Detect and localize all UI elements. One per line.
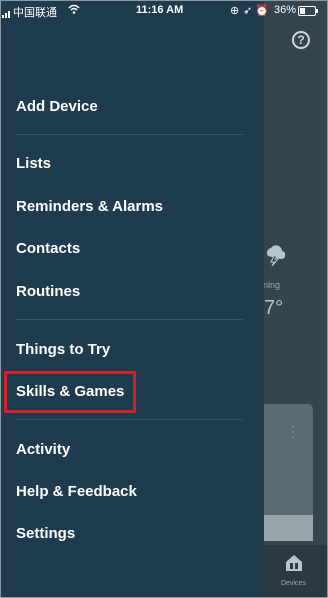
battery-level bbox=[300, 8, 306, 14]
app-screen: ? ning 7° ··· Devices 中国联通 11:16 AM ⊕ bbox=[0, 0, 328, 598]
divider bbox=[16, 319, 243, 320]
status-bar: 中国联通 11:16 AM ⊕ ➶ ⏰ 36% bbox=[1, 1, 318, 21]
menu-item-lists[interactable]: Lists bbox=[16, 155, 51, 172]
alarm-icon: ⏰ bbox=[255, 5, 269, 17]
menu-item-reminders-alarms[interactable]: Reminders & Alarms bbox=[16, 198, 163, 215]
divider bbox=[16, 134, 243, 135]
menu-item-routines[interactable]: Routines bbox=[16, 283, 80, 300]
status-indicators: ⊕ ➶ ⏰ 36% bbox=[230, 3, 327, 17]
navigation-drawer: 中国联通 11:16 AM ⊕ ➶ ⏰ 36% Add Device Lists… bbox=[1, 1, 318, 597]
battery-icon bbox=[298, 6, 318, 16]
weather-condition: ning bbox=[263, 280, 281, 290]
thunderstorm-icon bbox=[266, 245, 285, 266]
nav-devices-label[interactable]: Devices bbox=[281, 580, 306, 587]
battery-percent: 36% bbox=[274, 4, 297, 16]
menu-item-contacts[interactable]: Contacts bbox=[16, 240, 80, 257]
signal-icon bbox=[2, 6, 11, 18]
devices-icon[interactable] bbox=[284, 553, 304, 573]
weather-temperature: 7° bbox=[264, 297, 284, 319]
more-options-icon[interactable]: · · · bbox=[291, 420, 295, 442]
menu-item-add-device[interactable]: Add Device bbox=[16, 98, 98, 115]
carrier-name: 中国联通 bbox=[13, 7, 57, 19]
menu-item-things-to-try[interactable]: Things to Try bbox=[16, 341, 110, 358]
help-icon[interactable]: ? bbox=[292, 31, 310, 49]
selection-highlight-box bbox=[4, 371, 136, 413]
location-icon: ➶ bbox=[243, 5, 253, 17]
status-time: 11:16 AM bbox=[136, 4, 184, 16]
menu-item-help-feedback[interactable]: Help & Feedback bbox=[16, 483, 137, 500]
rotation-lock-icon: ⊕ bbox=[230, 5, 240, 17]
divider bbox=[16, 419, 243, 420]
menu-item-activity[interactable]: Activity bbox=[16, 441, 70, 458]
wifi-icon bbox=[68, 4, 80, 14]
card-footer bbox=[264, 515, 313, 541]
menu-item-settings[interactable]: Settings bbox=[16, 525, 75, 542]
